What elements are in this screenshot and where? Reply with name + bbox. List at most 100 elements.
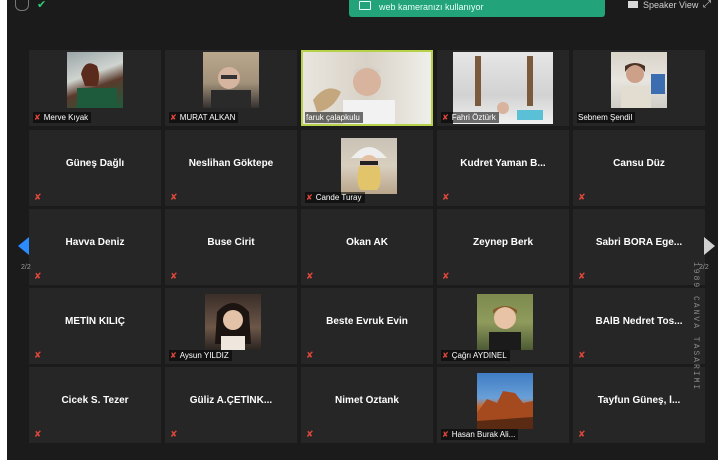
muted-mic-icon: ✘: [442, 351, 449, 360]
participant-tile[interactable]: METİN KILIÇ ✘: [29, 288, 161, 364]
speaker-view-label: Speaker View: [643, 0, 699, 10]
zoom-gallery-window: ✔ web kameranızı kullanıyor Speaker View…: [7, 0, 718, 460]
muted-mic-icon: ✘: [306, 350, 314, 360]
participant-name: MURAT ALKAN: [179, 113, 236, 122]
participant-tile[interactable]: BAİB Nedret Tos... ✘: [573, 288, 705, 364]
participant-name: Aysun YILDIZ: [179, 351, 229, 360]
muted-mic-icon: ✘: [170, 429, 178, 439]
participant-name: Kudret Yaman B...: [460, 158, 546, 169]
previous-page-arrow-icon[interactable]: [18, 237, 29, 255]
participant-name: Merve Kıyak: [43, 113, 89, 122]
participant-name: Sabri BORA Ege...: [595, 237, 683, 248]
muted-mic-icon: ✘: [34, 429, 42, 439]
participant-name: Havva Deniz: [65, 237, 125, 248]
muted-mic-icon: ✘: [306, 193, 313, 202]
page-indicator-left: 2/2: [21, 264, 31, 271]
participant-tile[interactable]: ✘ MURAT ALKAN: [165, 50, 297, 126]
person-icon: [351, 147, 387, 190]
participant-name: Cansu Düz: [613, 158, 665, 169]
muted-mic-icon: ✘: [578, 429, 586, 439]
participant-name: Hasan Burak Ali...: [451, 430, 516, 439]
participant-tile[interactable]: Güliz A.ÇETİNK... ✘: [165, 367, 297, 443]
participant-name: Fahri Öztürk: [451, 113, 496, 122]
participant-tile[interactable]: Okan AK ✘: [301, 209, 433, 285]
participant-caption: ✘ Çağrı AYDINEL: [441, 350, 510, 361]
participant-name: Cicek S. Tezer: [61, 395, 129, 406]
participant-tile[interactable]: ✘ Aysun YILDIZ: [165, 288, 297, 364]
participant-video: [67, 52, 123, 108]
participant-video: [205, 294, 261, 350]
participant-caption: faruk çalapkulu: [305, 112, 363, 123]
participant-name: Zeynep Berk: [472, 237, 534, 248]
participant-name: Buse Cirit: [207, 237, 255, 248]
participant-tile[interactable]: Beste Evruk Evin ✘: [301, 288, 433, 364]
muted-mic-icon: ✘: [306, 271, 314, 281]
muted-mic-icon: ✘: [442, 192, 450, 202]
participant-tile[interactable]: Cansu Düz ✘: [573, 130, 705, 206]
page-indicator-right: 2/2: [699, 264, 709, 271]
muted-mic-icon: ✘: [170, 351, 177, 360]
participant-tile[interactable]: Neslihan Göktepe ✘: [165, 130, 297, 206]
person-icon: [77, 63, 117, 108]
participant-tile[interactable]: Nimet Öztank ✘: [301, 367, 433, 443]
participant-name: Güliz A.ÇETİNK...: [189, 395, 273, 406]
participant-caption: ✘ MURAT ALKAN: [169, 112, 239, 123]
participant-name: Çağrı AYDINEL: [451, 351, 507, 360]
participant-tile[interactable]: Kudret Yaman B... ✘: [437, 130, 569, 206]
muted-mic-icon: ✘: [578, 271, 586, 281]
muted-mic-icon: ✘: [34, 350, 42, 360]
participant-caption: Sebnem Şendil: [577, 112, 636, 123]
participant-name: Cande Turay: [315, 193, 362, 202]
muted-mic-icon: ✘: [442, 430, 449, 439]
participant-tile[interactable]: Tayfun Güneş, İ... ✘: [573, 367, 705, 443]
participant-name: faruk çalapkulu: [306, 113, 360, 122]
participant-tile[interactable]: Cicek S. Tezer ✘: [29, 367, 161, 443]
top-bar: ✔ web kameranızı kullanıyor Speaker View…: [7, 0, 718, 22]
landscape-icon: [477, 391, 533, 429]
watermark-text: 1989 CANVA TASARIMI: [691, 262, 700, 392]
participant-tile[interactable]: Havva Deniz ✘: [29, 209, 161, 285]
participant-name: Okan AK: [346, 237, 388, 248]
muted-mic-icon: ✘: [578, 192, 586, 202]
participant-name: BAİB Nedret Tos...: [595, 316, 683, 327]
participant-caption: ✘ Fahri Öztürk: [441, 112, 499, 123]
participant-name: Sebnem Şendil: [578, 113, 633, 122]
participant-video: [611, 52, 667, 108]
participant-caption: ✘ Merve Kıyak: [33, 112, 92, 123]
participant-caption: ✘ Cande Turay: [305, 192, 365, 203]
camera-notification: web kameranızı kullanıyor: [349, 0, 605, 17]
speaker-view-icon: [628, 1, 638, 8]
participant-tile[interactable]: ✘ Fahri Öztürk: [437, 50, 569, 126]
muted-mic-icon: ✘: [34, 271, 42, 281]
participant-tile[interactable]: Zeynep Berk ✘: [437, 209, 569, 285]
person-icon: [621, 63, 665, 108]
participant-tile[interactable]: ✘ Çağrı AYDINEL: [437, 288, 569, 364]
participant-name: Tayfun Güneş, İ...: [597, 395, 681, 406]
participant-tile-active-speaker[interactable]: faruk çalapkulu: [301, 50, 433, 126]
participant-tile[interactable]: ✘ Cande Turay: [301, 130, 433, 206]
participant-video: [341, 138, 397, 194]
next-page-arrow-icon[interactable]: [704, 237, 715, 255]
notification-text: web kameranızı kullanıyor: [379, 2, 484, 12]
muted-mic-icon: ✘: [578, 350, 586, 360]
participant-video: [203, 52, 259, 108]
participant-tile[interactable]: Sabri BORA Ege... ✘: [573, 209, 705, 285]
camera-icon: [359, 1, 371, 10]
participant-tile[interactable]: Sebnem Şendil: [573, 50, 705, 126]
participant-video: [477, 373, 533, 429]
person-icon: [211, 67, 251, 108]
fullscreen-icon[interactable]: ⤢: [703, 0, 711, 10]
muted-mic-icon: ✘: [170, 113, 177, 122]
participant-tile[interactable]: Buse Cirit ✘: [165, 209, 297, 285]
muted-mic-icon: ✘: [442, 271, 450, 281]
muted-mic-icon: ✘: [442, 113, 449, 122]
muted-mic-icon: ✘: [170, 192, 178, 202]
person-icon: [215, 303, 251, 350]
speaker-view-button[interactable]: Speaker View: [628, 0, 698, 12]
participant-tile[interactable]: Güneş Dağlı ✘: [29, 130, 161, 206]
participant-tile[interactable]: ✘ Hasan Burak Ali...: [437, 367, 569, 443]
participant-tile[interactable]: ✘ Merve Kıyak: [29, 50, 161, 126]
shield-icon[interactable]: [15, 0, 29, 11]
check-icon: ✔: [37, 0, 47, 11]
muted-mic-icon: ✘: [170, 271, 178, 281]
